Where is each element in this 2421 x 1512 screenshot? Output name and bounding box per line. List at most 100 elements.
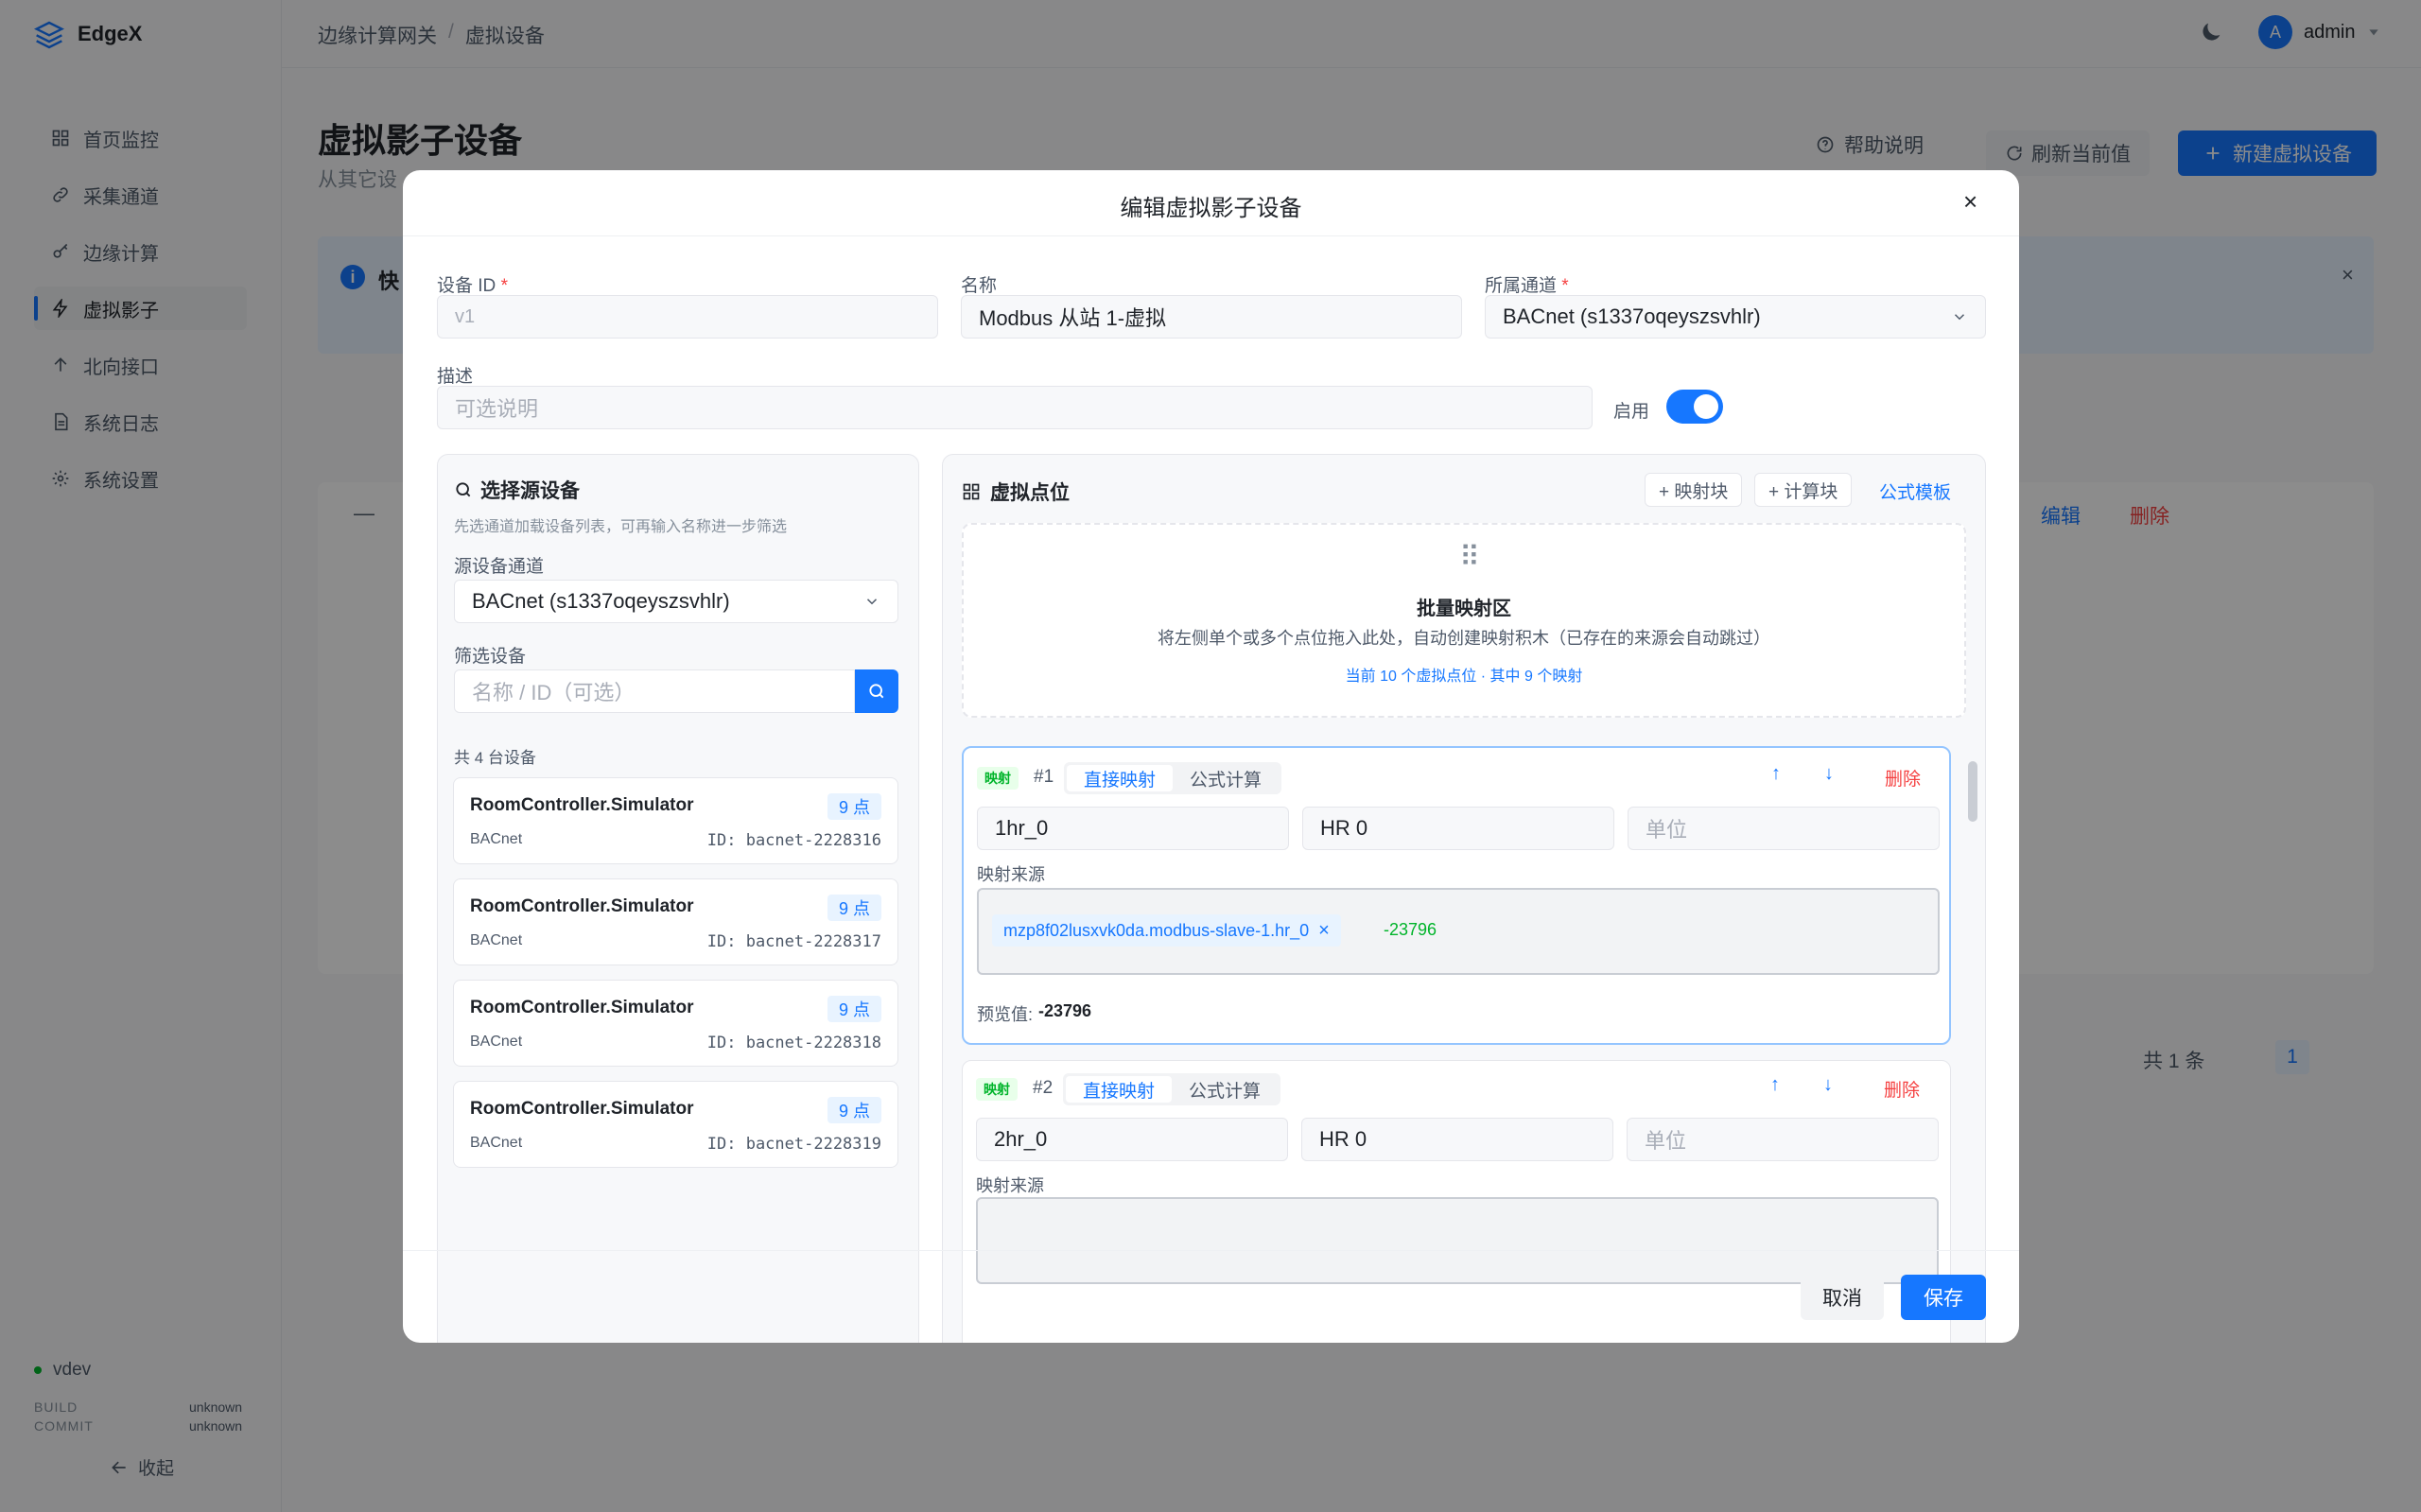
channel-label-text: 所属通道	[1485, 276, 1558, 296]
mode-direct-tab[interactable]: 直接映射	[1067, 765, 1174, 791]
point-name-input[interactable]: 1hr_0	[977, 807, 1289, 850]
modal-title: 编辑虚拟影子设备	[1120, 196, 1302, 221]
filter-input[interactable]: 名称 / ID（可选）	[454, 669, 855, 713]
block-type-tag: 映射	[977, 767, 1019, 790]
enable-toggle[interactable]	[1666, 390, 1723, 424]
device-card[interactable]: RoomController.Simulator 9 点 BACnet ID: …	[453, 980, 898, 1067]
add-calc-block-button[interactable]: + 计算块	[1754, 473, 1853, 507]
source-channel-value: BACnet (s1337oqeyszsvhlr)	[472, 589, 730, 613]
chip-remove-icon[interactable]: ×	[1318, 920, 1330, 942]
move-up-icon[interactable]: ↑	[1771, 763, 1781, 785]
required-mark: *	[500, 276, 508, 296]
channel-select[interactable]: BACnet (s1337oqeyszsvhlr)	[1485, 295, 1986, 339]
save-button[interactable]: 保存	[1901, 1275, 1986, 1320]
description-label: 描述	[437, 367, 474, 387]
name-label: 名称	[961, 276, 998, 296]
toggle-knob	[1694, 394, 1718, 419]
source-panel-hint: 先选通道加载设备列表，可再输入名称进一步筛选	[454, 519, 788, 535]
mode-switch: 直接映射 公式计算	[1063, 1073, 1281, 1105]
point-name-input[interactable]: 2hr_0	[976, 1118, 1288, 1161]
device-id-label-text: 设备 ID	[437, 276, 496, 296]
block-delete-button[interactable]: 删除	[1885, 765, 1921, 791]
mode-switch: 直接映射 公式计算	[1064, 762, 1282, 794]
batch-drop-zone[interactable]: ⠿ 批量映射区 将左侧单个或多个点位拖入此处，自动创建映射积木（已存在的来源会自…	[962, 523, 1966, 718]
points-scrollbar[interactable]	[1968, 748, 1977, 1343]
device-name: RoomController.Simulator	[470, 998, 694, 1017]
block-type-tag: 映射	[976, 1078, 1018, 1101]
source-device-panel: 选择源设备 先选通道加载设备列表，可再输入名称进一步筛选 源设备通道 BACne…	[437, 454, 919, 1343]
required-mark: *	[1561, 276, 1569, 296]
unit-input[interactable]: 单位	[1628, 807, 1940, 850]
edit-device-modal: 编辑虚拟影子设备 × 设备 ID * v1 名称 Modbus 从站 1-虚拟 …	[403, 170, 2019, 1343]
point-label-input[interactable]: HR 0	[1302, 807, 1614, 850]
drop-zone-desc: 将左侧单个或多个点位拖入此处，自动创建映射积木（已存在的来源会自动跳过）	[1158, 629, 1770, 648]
move-up-icon[interactable]: ↑	[1770, 1074, 1780, 1096]
move-down-icon[interactable]: ↓	[1824, 763, 1834, 785]
mode-direct-tab[interactable]: 直接映射	[1066, 1076, 1173, 1103]
search-icon	[869, 684, 884, 699]
channel-value: BACnet (s1337oqeyszsvhlr)	[1503, 304, 1761, 328]
search-icon	[456, 482, 471, 497]
point-count-badge: 9 点	[827, 1097, 881, 1123]
device-card[interactable]: RoomController.Simulator 9 点 BACnet ID: …	[453, 1081, 898, 1168]
filter-search-button[interactable]	[855, 669, 898, 713]
source-live-value: -23796	[1384, 920, 1437, 939]
chevron-down-icon	[1954, 314, 1965, 321]
point-count-badge: 9 点	[827, 793, 881, 820]
source-drop-field[interactable]: mzp8f02lusxvk0da.modbus-slave-1.hr_0 × -…	[977, 888, 1940, 975]
drop-zone-title: 批量映射区	[1417, 599, 1511, 619]
points-panel-header: 虚拟点位	[962, 478, 1070, 506]
grid-icon	[963, 483, 980, 500]
mode-formula-tab[interactable]: 公式计算	[1173, 765, 1279, 791]
drag-handle-icon: ⠿	[1459, 542, 1480, 573]
source-chip: mzp8f02lusxvk0da.modbus-slave-1.hr_0 ×	[992, 914, 1341, 947]
device-name: RoomController.Simulator	[470, 896, 694, 916]
device-card[interactable]: RoomController.Simulator 9 点 BACnet ID: …	[453, 878, 898, 965]
source-channel-label: 源设备通道	[454, 557, 545, 577]
unit-input[interactable]: 单位	[1627, 1118, 1939, 1161]
device-id: ID: bacnet-2228319	[706, 1135, 881, 1154]
point-count-badge: 9 点	[827, 996, 881, 1022]
channel-label: 所属通道 *	[1485, 271, 1569, 297]
source-panel-header: 选择源设备	[454, 476, 580, 504]
description-input[interactable]: 可选说明	[437, 386, 1593, 429]
device-id-field: v1	[437, 295, 938, 339]
device-id: ID: bacnet-2228316	[706, 831, 881, 850]
mapping-block: 映射 #1 直接映射 公式计算 ↑ ↓ 删除 1hr_0 HR 0 单位 映射来…	[962, 746, 1951, 1045]
source-drop-field[interactable]	[976, 1197, 1939, 1284]
device-card[interactable]: RoomController.Simulator 9 点 BACnet ID: …	[453, 777, 898, 864]
mode-formula-tab[interactable]: 公式计算	[1172, 1076, 1278, 1103]
preview-value: -23796	[1038, 1001, 1092, 1020]
device-count: 共 4 台设备	[454, 749, 536, 767]
modal-footer-divider	[403, 1250, 2019, 1251]
point-label-input[interactable]: HR 0	[1301, 1118, 1613, 1161]
move-down-icon[interactable]: ↓	[1823, 1074, 1833, 1096]
device-name: RoomController.Simulator	[470, 1099, 694, 1119]
virtual-points-panel: 虚拟点位 + 映射块 + 计算块 公式模板 ⠿ 批量映射区 将左侧单个或多个点位…	[942, 454, 1986, 1343]
scrollbar-thumb[interactable]	[1968, 761, 1977, 822]
enable-label: 启用	[1613, 402, 1650, 422]
device-id-label: 设备 ID *	[437, 271, 508, 297]
cancel-button[interactable]: 取消	[1801, 1275, 1884, 1320]
preview: 预览值: -23796	[977, 1001, 1091, 1026]
name-field[interactable]: Modbus 从站 1-虚拟	[961, 295, 1462, 339]
close-icon[interactable]: ×	[1963, 187, 1977, 217]
device-id: ID: bacnet-2228318	[706, 1034, 881, 1052]
formula-template-link[interactable]: 公式模板	[1879, 478, 1951, 504]
drop-zone-stats: 当前 10 个虚拟点位 · 其中 9 个映射	[1345, 669, 1583, 685]
add-map-block-button[interactable]: + 映射块	[1645, 473, 1743, 507]
device-id: ID: bacnet-2228317	[706, 932, 881, 951]
points-panel-title: 虚拟点位	[990, 482, 1070, 504]
device-protocol: BACnet	[470, 1034, 523, 1050]
source-channel-select[interactable]: BACnet (s1337oqeyszsvhlr)	[454, 580, 898, 623]
block-index: #1	[1034, 767, 1054, 787]
point-count-badge: 9 点	[827, 895, 881, 921]
modal-header: 编辑虚拟影子设备 ×	[403, 170, 2019, 236]
source-chip-label: mzp8f02lusxvk0da.modbus-slave-1.hr_0	[1003, 920, 1310, 940]
block-delete-button[interactable]: 删除	[1884, 1076, 1920, 1102]
device-protocol: BACnet	[470, 932, 523, 948]
device-name: RoomController.Simulator	[470, 795, 694, 815]
source-label: 映射来源	[977, 865, 1045, 884]
block-index: #2	[1033, 1078, 1054, 1098]
device-protocol: BACnet	[470, 1135, 523, 1151]
